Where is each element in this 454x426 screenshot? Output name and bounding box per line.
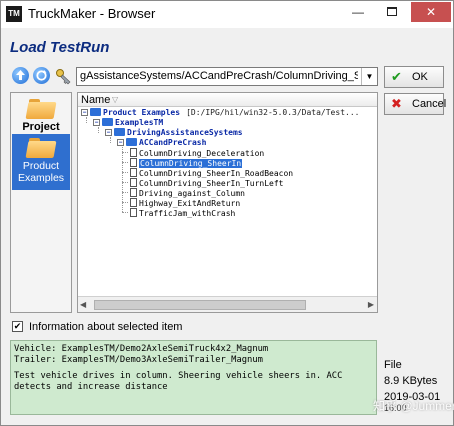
folder-icon	[25, 99, 57, 119]
folder-icon	[126, 138, 137, 146]
sidebar-item-label: Product Examples	[17, 160, 65, 184]
tree-node-examplestm[interactable]: − ExamplesTM	[93, 118, 163, 128]
truckmaker-browser-window: TM TruckMaker - Browser — ✕ Load TestRun…	[0, 0, 454, 426]
title-bar: TM TruckMaker - Browser — ✕	[1, 1, 453, 28]
tree-node-file[interactable]: ColumnDriving_SheerIn_RoadBeacon	[130, 168, 293, 178]
sidebar-item-project[interactable]: Project	[12, 95, 70, 139]
minimize-button[interactable]: —	[343, 2, 373, 22]
cancel-label: Cancel	[412, 98, 447, 110]
file-size: 8.9 KBytes	[384, 375, 438, 387]
folder-icon	[90, 108, 101, 116]
window-title: TruckMaker - Browser	[28, 6, 156, 21]
sort-icon: ▽	[112, 95, 119, 104]
testrun-file-icon	[130, 198, 137, 207]
tree-node-label: ColumnDriving_SheerIn_RoadBeacon	[139, 169, 294, 178]
refresh-icon	[36, 70, 47, 81]
testrun-file-icon	[130, 158, 137, 167]
info-checkbox-label[interactable]: Information about selected item	[29, 321, 182, 333]
key-icon[interactable]	[54, 66, 74, 86]
file-tree[interactable]: Name ▽ − Product Examples [D:/IPG/hil/win3…	[77, 92, 378, 313]
tree-node-product-examples[interactable]: − Product Examples [D:/IPG/hil/win32-5.0.3…	[81, 108, 359, 118]
tree-node-label: Product Examples	[103, 108, 181, 117]
scroll-right-icon[interactable]: ▶	[368, 300, 374, 309]
info-description-box: Vehicle: ExamplesTM/Demo2AxleSemiTruck4x…	[10, 340, 377, 415]
horizontal-scrollbar[interactable]: ◀ ▶	[78, 296, 377, 312]
maximize-icon	[387, 7, 397, 16]
maximize-button[interactable]	[377, 2, 407, 22]
tree-node-file[interactable]: Driving_against_Column	[130, 188, 245, 198]
tree-connector	[122, 182, 128, 183]
tree-node-label: ACCandPreCrash	[139, 138, 207, 147]
close-button[interactable]: ✕	[411, 2, 451, 22]
collapse-icon[interactable]: −	[105, 129, 112, 136]
info-vehicle: Vehicle: ExamplesTM/Demo2AxleSemiTruck4x…	[14, 344, 269, 354]
chevron-down-icon[interactable]: ▼	[361, 68, 377, 85]
tree-connector	[122, 202, 128, 203]
scrollbar-thumb[interactable]	[94, 300, 306, 310]
tree-node-file[interactable]: ColumnDriving_Deceleration	[130, 148, 264, 158]
cross-icon: ✖	[391, 96, 402, 111]
tree-node-label: DrivingAssistanceSystems	[127, 128, 243, 137]
collapse-icon[interactable]: −	[81, 109, 88, 116]
testrun-file-icon	[130, 188, 137, 197]
testrun-file-icon	[130, 148, 137, 157]
ok-label: OK	[412, 71, 428, 83]
tree-node-label: ColumnDriving_SheerIn_TurnLeft	[139, 179, 284, 188]
ok-button[interactable]: ✔ OK	[384, 66, 444, 88]
info-description-cont: detects and increase distance	[14, 382, 168, 392]
testrun-file-icon	[130, 178, 137, 187]
folder-icon	[102, 118, 113, 126]
tree-node-accandprecrash[interactable]: − ACCandPreCrash	[117, 138, 206, 148]
tree-connector	[122, 212, 128, 213]
tree-connector	[122, 162, 128, 163]
folder-examples-icon	[25, 138, 57, 158]
scroll-left-icon[interactable]: ◀	[80, 300, 86, 309]
dialog-title: Load TestRun	[10, 39, 110, 56]
location-sidebar: Project Product Examples	[10, 92, 72, 313]
collapse-icon[interactable]: −	[93, 119, 100, 126]
tree-connector	[122, 152, 128, 153]
tree-node-label: Highway_ExitAndReturn	[139, 199, 241, 208]
tree-node-label: ColumnDriving_Deceleration	[139, 149, 265, 158]
info-checkbox[interactable]: ✔	[12, 321, 23, 332]
refresh-button[interactable]	[33, 67, 50, 84]
truckmaker-app-icon: TM	[6, 6, 22, 22]
tree-connector	[122, 192, 128, 193]
watermark: 知乎 @Jummer	[373, 399, 454, 413]
cancel-button[interactable]: ✖ Cancel	[384, 93, 447, 115]
tree-connector	[122, 172, 128, 173]
tree-node-drivingassistancesystems[interactable]: − DrivingAssistanceSystems	[105, 128, 243, 138]
info-description: Test vehicle drives in column. Sheering …	[14, 371, 343, 381]
column-name-header[interactable]: Name	[81, 94, 110, 106]
file-type: File	[384, 359, 402, 371]
tree-node-label: ExamplesTM	[115, 118, 164, 127]
sidebar-item-product-examples[interactable]: Product Examples	[12, 134, 70, 190]
checkmark-icon: ✔	[391, 69, 402, 84]
path-combobox[interactable]: gAssistanceSystems/ACCandPreCrash/Column…	[76, 67, 378, 86]
back-button[interactable]	[12, 67, 29, 84]
testrun-file-icon	[130, 208, 137, 217]
testrun-file-icon	[130, 168, 137, 177]
arrow-up-icon	[16, 70, 25, 80]
info-trailer: Trailer: ExamplesTM/Demo3AxleSemiTrailer…	[14, 355, 263, 365]
tree-node-label: Driving_against_Column	[139, 189, 245, 198]
sidebar-item-label: Project	[22, 121, 60, 133]
tree-node-label: ColumnDriving_SheerIn	[139, 159, 243, 168]
folder-icon	[114, 128, 125, 136]
path-value: gAssistanceSystems/ACCandPreCrash/Column…	[80, 70, 358, 82]
tree-node-label: TrafficJam_withCrash	[139, 209, 236, 218]
collapse-icon[interactable]: −	[117, 139, 124, 146]
tree-node-file-selected[interactable]: ColumnDriving_SheerIn	[130, 158, 243, 168]
tree-node-path: [D:/IPG/hil/win32-5.0.3/Data/Test...	[186, 108, 360, 117]
tree-node-file[interactable]: ColumnDriving_SheerIn_TurnLeft	[130, 178, 284, 188]
tree-column-header[interactable]: Name ▽	[78, 93, 377, 107]
tree-node-file[interactable]: TrafficJam_withCrash	[130, 208, 235, 218]
tree-node-file[interactable]: Highway_ExitAndReturn	[130, 198, 240, 208]
